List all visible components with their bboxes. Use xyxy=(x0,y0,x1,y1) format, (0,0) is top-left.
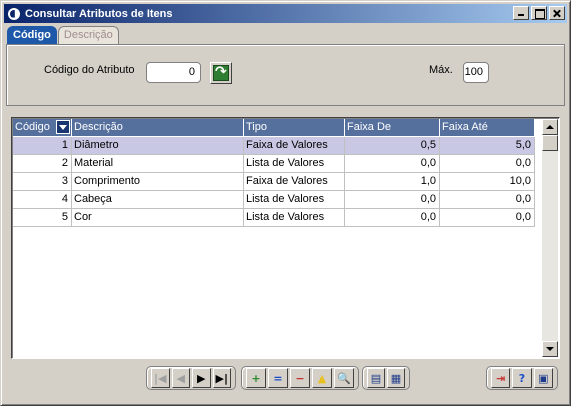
exit-icon: ⇥ xyxy=(496,371,506,385)
app-icon xyxy=(6,6,22,22)
table-row[interactable]: 1 Diâmetro Faixa de Valores 0,5 5,0 xyxy=(13,137,535,155)
column-header-faixa-ate[interactable]: Faixa Até xyxy=(440,119,535,136)
table-row[interactable]: 5 Cor Lista de Valores 0,0 0,0 xyxy=(13,209,535,227)
cell-faixa-de: 0,0 xyxy=(345,209,440,226)
cell-faixa-de: 1,0 xyxy=(345,173,440,190)
form-view-icon: ▦ xyxy=(390,371,402,385)
table-row[interactable]: 4 Cabeça Lista de Valores 0,0 0,0 xyxy=(13,191,535,209)
scroll-down-button[interactable] xyxy=(542,341,558,357)
calendar-button[interactable]: ▣ xyxy=(533,368,553,388)
add-icon: + xyxy=(251,371,261,385)
edit-toolbar: + = − ▲ 🔍 xyxy=(241,366,359,390)
navigation-toolbar: |◀ ◀ ▶ ▶| xyxy=(146,366,236,390)
filter-triangle-button[interactable]: ▲ xyxy=(312,368,332,388)
tab-strip: Código Descrição xyxy=(7,26,119,44)
first-record-button[interactable]: |◀ xyxy=(151,368,170,388)
grid-header: Código Descrição Tipo Faixa De Faixa Até xyxy=(13,119,535,136)
table-row[interactable]: 2 Material Lista de Valores 0,0 0,0 xyxy=(13,155,535,173)
title-bar: Consultar Atributos de Itens xyxy=(4,4,567,23)
calendar-icon: ▣ xyxy=(538,371,549,385)
help-icon: ? xyxy=(518,371,526,385)
cell-faixa-ate: 0,0 xyxy=(440,191,535,208)
results-grid[interactable]: Código Descrição Tipo Faixa De Faixa Até… xyxy=(11,117,560,359)
next-record-icon: ▶ xyxy=(197,371,206,385)
cell-tipo: Faixa de Valores xyxy=(244,137,345,154)
cell-faixa-de: 0,0 xyxy=(345,191,440,208)
previous-record-button[interactable]: ◀ xyxy=(171,368,190,388)
cell-codigo: 4 xyxy=(13,191,72,208)
cell-faixa-ate: 0,0 xyxy=(440,155,535,172)
codigo-atributo-input[interactable]: 0 xyxy=(146,62,201,83)
codigo-atributo-label: Código do Atributo xyxy=(44,64,135,76)
max-label: Máx. xyxy=(429,64,453,76)
remove-button[interactable]: − xyxy=(290,368,310,388)
refresh-arrow-icon xyxy=(213,64,229,81)
sort-dropdown-icon[interactable] xyxy=(56,120,70,134)
cell-tipo: Faixa de Valores xyxy=(244,173,345,190)
cell-codigo: 3 xyxy=(13,173,72,190)
column-header-codigo[interactable]: Código xyxy=(13,119,72,136)
view-toolbar: ▤ ▦ xyxy=(362,366,410,390)
cell-faixa-ate: 0,0 xyxy=(440,209,535,226)
first-record-icon: |◀ xyxy=(154,371,167,385)
cell-descricao: Material xyxy=(72,155,244,172)
cell-descricao: Comprimento xyxy=(72,173,244,190)
table-row[interactable]: 3 Comprimento Faixa de Valores 1,0 10,0 xyxy=(13,173,535,191)
cell-tipo: Lista de Valores xyxy=(244,191,345,208)
main-window: Consultar Atributos de Itens Código Desc… xyxy=(0,0,571,406)
help-button[interactable]: ? xyxy=(512,368,532,388)
filter-triangle-icon: ▲ xyxy=(317,371,327,385)
cell-codigo: 2 xyxy=(13,155,72,172)
search-icon: 🔍 xyxy=(337,371,351,385)
cell-codigo: 5 xyxy=(13,209,72,226)
grid-view-icon: ▤ xyxy=(370,371,382,385)
window-title: Consultar Atributos de Itens xyxy=(25,7,173,20)
cell-faixa-de: 0,0 xyxy=(345,155,440,172)
grid-view-button[interactable]: ▤ xyxy=(367,368,385,388)
scroll-thumb[interactable] xyxy=(542,135,558,151)
close-button[interactable] xyxy=(549,6,565,20)
maximize-button[interactable] xyxy=(531,6,547,20)
tab-descricao[interactable]: Descrição xyxy=(57,26,119,44)
grid-body: 1 Diâmetro Faixa de Valores 0,5 5,0 2 Material… xyxy=(13,137,535,227)
previous-record-icon: ◀ xyxy=(176,371,185,385)
equal-button[interactable]: = xyxy=(268,368,288,388)
search-button[interactable]: 🔍 xyxy=(334,368,354,388)
exit-button[interactable]: ⇥ xyxy=(491,368,511,388)
execute-query-button[interactable] xyxy=(210,62,232,84)
last-record-button[interactable]: ▶| xyxy=(212,368,231,388)
cell-tipo: Lista de Valores xyxy=(244,155,345,172)
last-record-icon: ▶| xyxy=(215,371,228,385)
equal-icon: = xyxy=(273,371,283,385)
cell-descricao: Cabeça xyxy=(72,191,244,208)
app-toolbar: ⇥? ▣ xyxy=(486,366,558,390)
add-button[interactable]: + xyxy=(246,368,266,388)
next-record-button[interactable]: ▶ xyxy=(192,368,211,388)
cell-descricao: Cor xyxy=(72,209,244,226)
column-header-tipo[interactable]: Tipo xyxy=(244,119,345,136)
minimize-button[interactable] xyxy=(513,6,529,20)
cell-faixa-ate: 10,0 xyxy=(440,173,535,190)
cell-faixa-ate: 5,0 xyxy=(440,137,535,154)
remove-icon: − xyxy=(295,371,305,385)
cell-descricao: Diâmetro xyxy=(72,137,244,154)
column-header-faixa-de[interactable]: Faixa De xyxy=(345,119,440,136)
cell-faixa-de: 0,5 xyxy=(345,137,440,154)
tab-codigo[interactable]: Código xyxy=(7,26,57,44)
column-header-descricao[interactable]: Descrição xyxy=(72,119,244,136)
max-input[interactable]: 100 xyxy=(463,62,489,83)
form-view-button[interactable]: ▦ xyxy=(387,368,405,388)
filter-panel: Código do Atributo 0 Máx. 100 xyxy=(6,44,565,106)
scroll-up-button[interactable] xyxy=(542,119,558,135)
vertical-scrollbar[interactable] xyxy=(542,119,558,357)
cell-codigo: 1 xyxy=(13,137,72,154)
cell-tipo: Lista de Valores xyxy=(244,209,345,226)
